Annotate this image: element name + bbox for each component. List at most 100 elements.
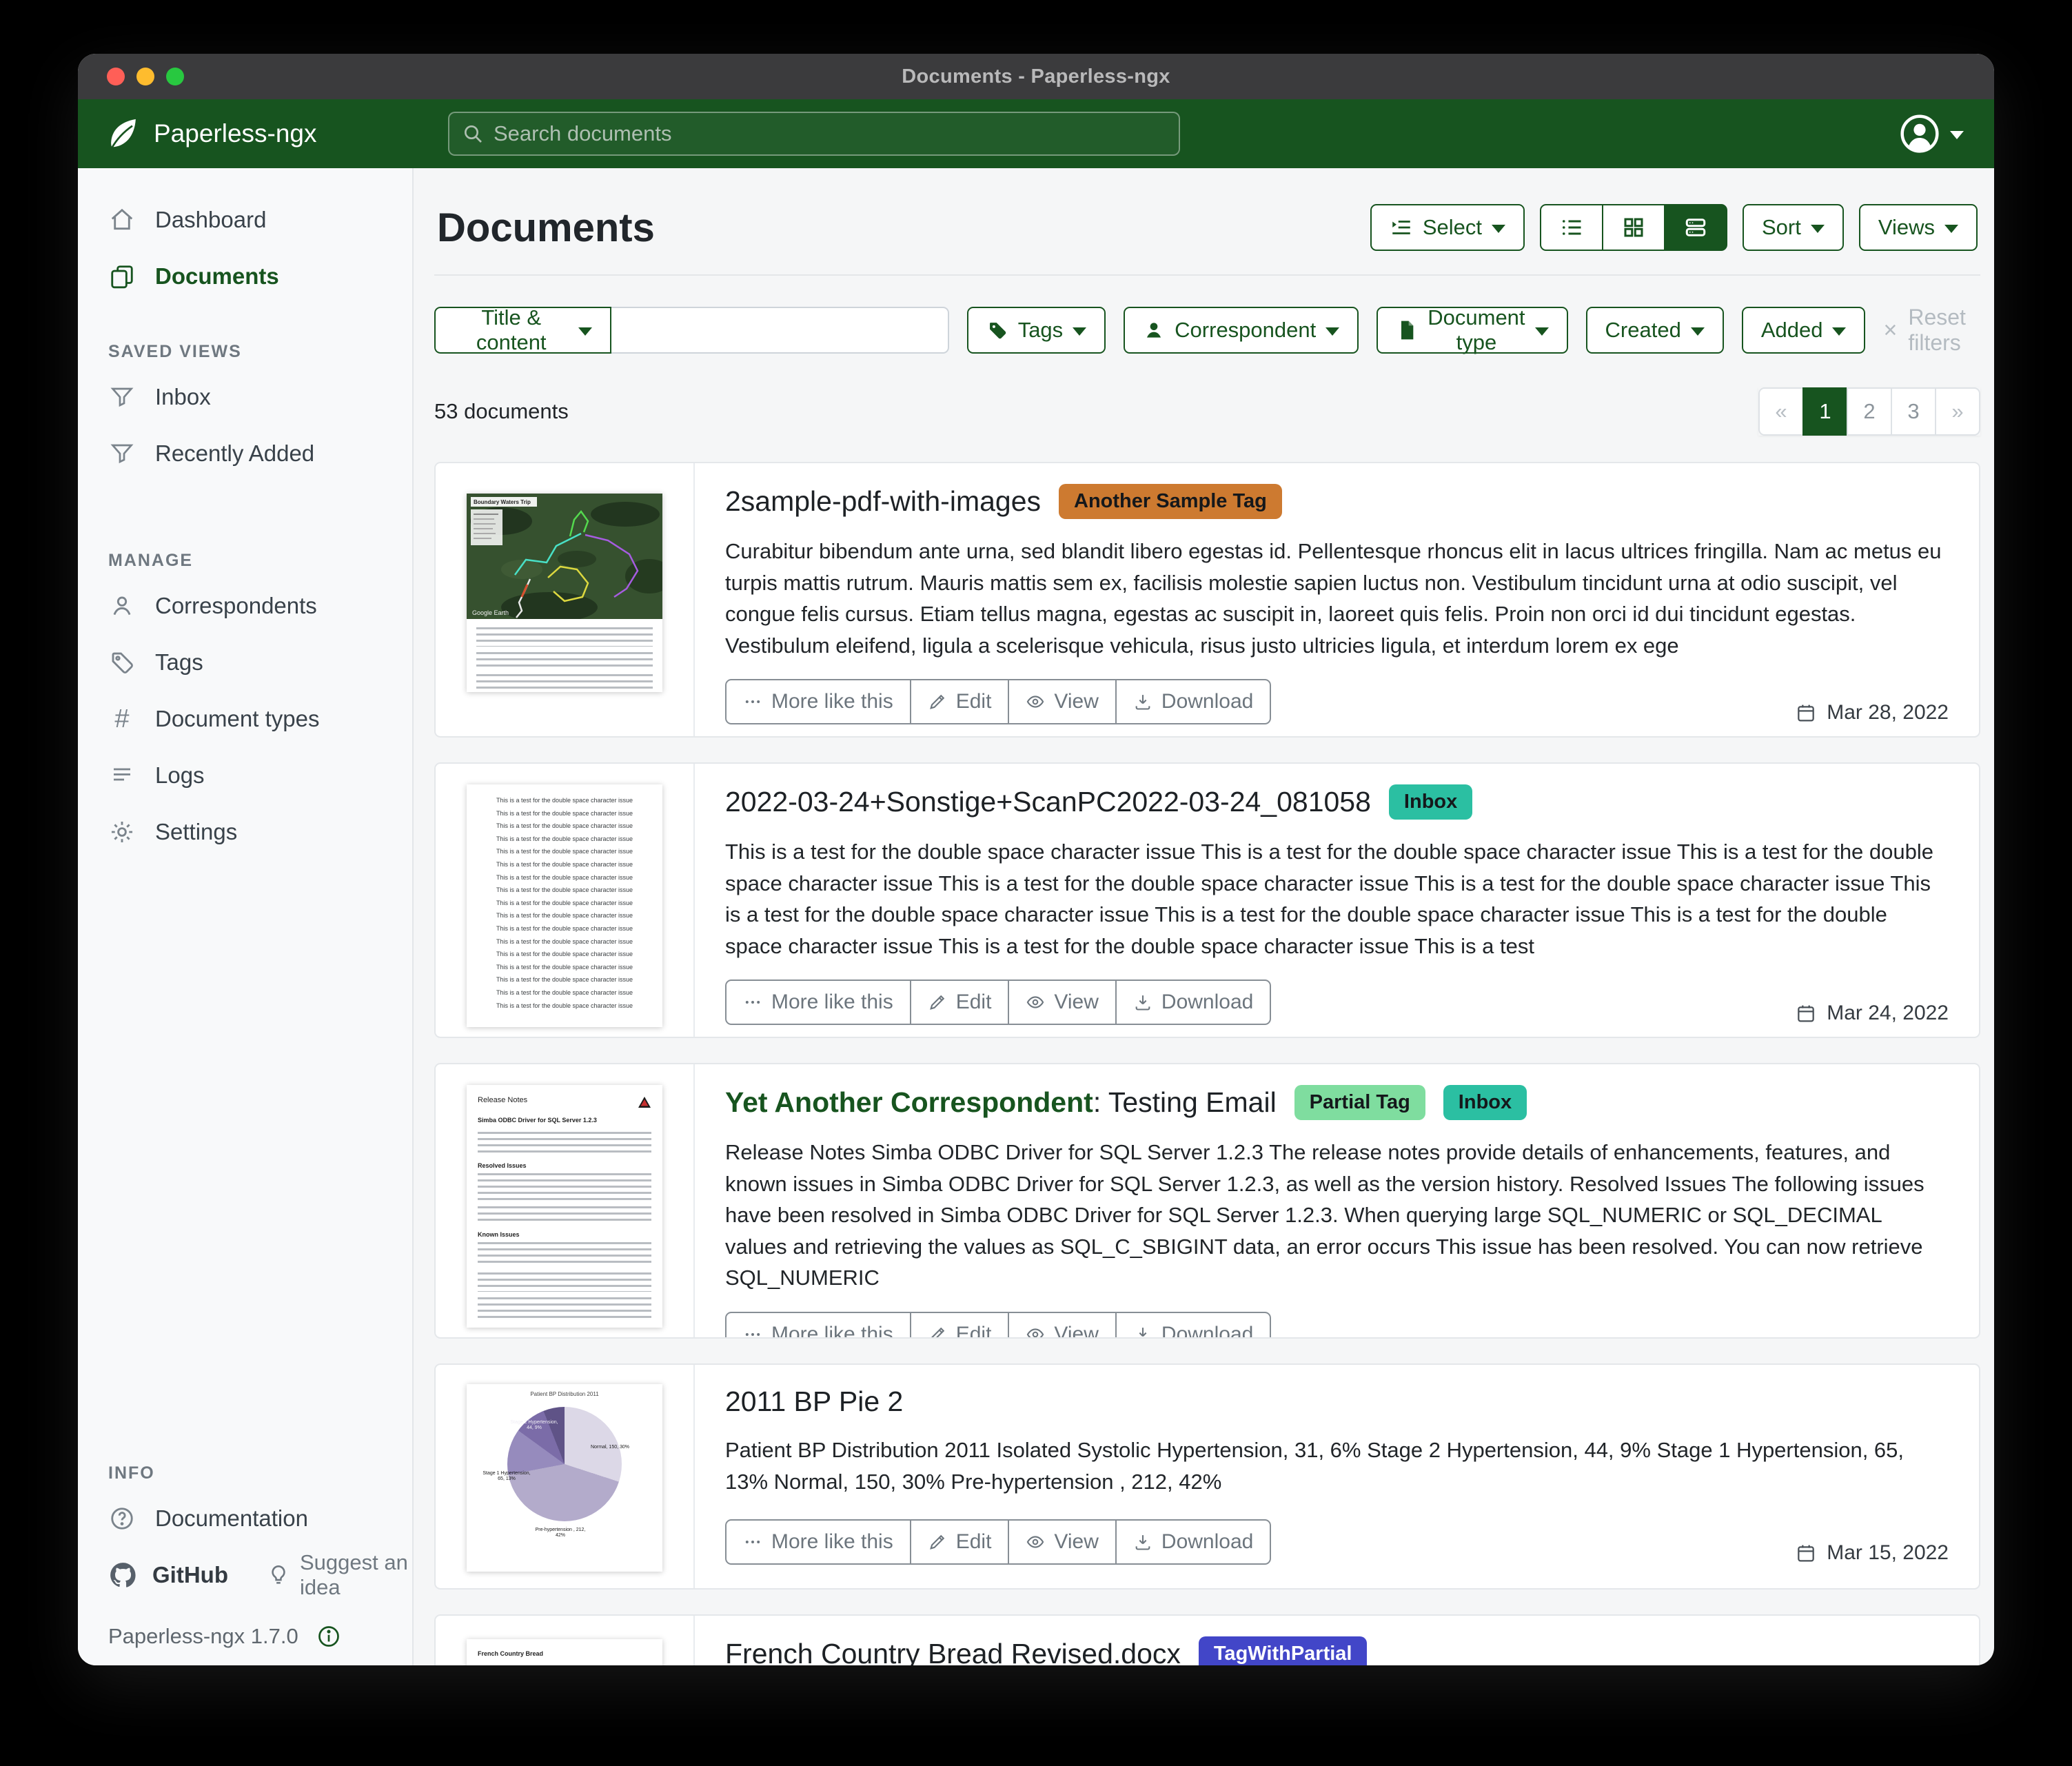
app-body: Dashboard Documents SAVED VIEWS Inbox Re xyxy=(78,168,1994,1665)
sidebar-item-label: Correspondents xyxy=(155,593,317,619)
sidebar-item-correspondents[interactable]: Correspondents xyxy=(78,578,412,634)
sidebar-item-dashboard[interactable]: Dashboard xyxy=(78,192,412,248)
document-excerpt: Release Notes Simba ODBC Driver for SQL … xyxy=(725,1137,1949,1294)
document-content: 2022-03-24+Sonstige+ScanPC2022-03-24_081… xyxy=(695,764,1979,1037)
sidebar-item-document-types[interactable]: # Document types xyxy=(78,691,412,747)
reset-filters-button[interactable]: × Reset filters xyxy=(1883,305,1980,356)
document-thumbnail[interactable]: Release Notes Simba ODBC Driver for SQL … xyxy=(467,1085,662,1328)
pagination-page-2[interactable]: 2 xyxy=(1847,387,1892,436)
filter-text-input[interactable] xyxy=(611,307,948,354)
info-icon[interactable] xyxy=(316,1624,341,1649)
sidebar-item-recently-added[interactable]: Recently Added xyxy=(78,425,412,482)
download-icon xyxy=(1133,692,1152,711)
created-filter-button[interactable]: Created xyxy=(1586,307,1724,354)
close-window-button[interactable] xyxy=(107,68,125,85)
more-like-this-button[interactable]: More like this xyxy=(725,1519,911,1565)
more-like-this-button[interactable]: More like this xyxy=(725,679,911,724)
document-thumbnail[interactable]: Boundary Waters Trip Google Earth xyxy=(467,494,662,692)
download-label: Download xyxy=(1161,991,1253,1014)
document-thumbnail[interactable]: Patient BP Distribution 2011 Normal, 150… xyxy=(467,1384,662,1572)
version-row: Paperless-ngx 1.7.0 xyxy=(78,1624,412,1649)
edit-button[interactable]: Edit xyxy=(910,679,1010,724)
download-icon xyxy=(1133,993,1152,1012)
document-thumbnail[interactable]: French Country Bread For the Leaven 1 he… xyxy=(467,1639,662,1665)
map-thumbnail-image: Boundary Waters Trip Google Earth xyxy=(467,494,662,619)
tag-pill[interactable]: Inbox xyxy=(1389,784,1472,820)
github-link[interactable]: GitHub xyxy=(108,1561,228,1590)
minimize-window-button[interactable] xyxy=(136,68,154,85)
suggest-idea-link[interactable]: Suggest an idea xyxy=(267,1550,412,1600)
view-button[interactable]: View xyxy=(1008,980,1116,1025)
macos-titlebar: Documents - Paperless-ngx xyxy=(78,54,1994,99)
pagination-next-button[interactable]: » xyxy=(1935,387,1980,436)
document-title-row: 2sample-pdf-with-images Another Sample T… xyxy=(725,484,1949,519)
filter-field-button[interactable]: Title & content xyxy=(434,307,611,354)
dots-icon xyxy=(743,993,762,1012)
user-menu[interactable] xyxy=(1899,113,1964,154)
download-button[interactable]: Download xyxy=(1115,1312,1271,1339)
document-type-filter-button[interactable]: Document type xyxy=(1377,307,1567,354)
detail-view-button[interactable] xyxy=(1664,204,1727,251)
title-content-filter-group: Title & content xyxy=(434,307,949,354)
more-like-this-button[interactable]: More like this xyxy=(725,1312,911,1339)
document-title[interactable]: 2sample-pdf-with-images xyxy=(725,485,1041,518)
view-button[interactable]: View xyxy=(1008,1519,1116,1565)
grid-view-button[interactable] xyxy=(1602,204,1665,251)
sidebar-item-tags[interactable]: Tags xyxy=(78,634,412,691)
tag-pill[interactable]: Inbox xyxy=(1443,1085,1527,1120)
document-title[interactable]: French Country Bread Revised.docx xyxy=(725,1638,1181,1665)
views-button[interactable]: Views xyxy=(1859,204,1978,251)
tag-pill[interactable]: Partial Tag xyxy=(1294,1085,1425,1120)
document-actions: More like this Edit View xyxy=(725,1519,1271,1565)
download-button[interactable]: Download xyxy=(1115,1519,1271,1565)
sidebar-item-documents[interactable]: Documents xyxy=(78,248,412,305)
thumbnail-column: Release Notes Simba ODBC Driver for SQL … xyxy=(436,1064,695,1337)
pagination-page-3[interactable]: 3 xyxy=(1891,387,1936,436)
document-excerpt: Patient BP Distribution 2011 Isolated Sy… xyxy=(725,1434,1949,1497)
edit-button[interactable]: Edit xyxy=(910,1519,1010,1565)
edit-button[interactable]: Edit xyxy=(910,1312,1010,1339)
zoom-window-button[interactable] xyxy=(166,68,184,85)
brand[interactable]: Paperless-ngx xyxy=(78,116,448,152)
document-title[interactable]: 2022-03-24+Sonstige+ScanPC2022-03-24_081… xyxy=(725,786,1371,818)
document-content: French Country Bread Revised.docx TagWit… xyxy=(695,1616,1979,1665)
added-filter-button[interactable]: Added xyxy=(1742,307,1866,354)
sidebar-item-logs[interactable]: Logs xyxy=(78,747,412,804)
calendar-icon xyxy=(1795,1542,1817,1564)
tag-pill[interactable]: TagWithPartial xyxy=(1199,1636,1368,1665)
select-button[interactable]: Select xyxy=(1370,204,1525,251)
edit-button[interactable]: Edit xyxy=(910,980,1010,1025)
pagination-prev-button[interactable]: « xyxy=(1758,387,1804,436)
chevron-down-icon xyxy=(1950,131,1964,139)
search-input[interactable] xyxy=(494,121,1166,146)
document-date: Mar 15, 2022 xyxy=(1795,1334,1949,1339)
more-like-this-button[interactable]: More like this xyxy=(725,980,911,1025)
download-button[interactable]: Download xyxy=(1115,679,1271,724)
sidebar-item-documentation[interactable]: Documentation xyxy=(78,1490,412,1547)
list-view-button[interactable] xyxy=(1540,204,1603,251)
pagination-page-1[interactable]: 1 xyxy=(1802,387,1848,436)
sidebar-info-section: INFO Documentation GitHub xyxy=(78,1463,412,1649)
toolbar: Select S xyxy=(1370,204,1978,251)
global-search[interactable] xyxy=(448,112,1180,156)
card-footer: More like this Edit View xyxy=(725,962,1949,1025)
filter-field-label: Title & content xyxy=(454,305,569,355)
documents-icon xyxy=(108,263,136,290)
document-thumbnail[interactable]: This is a test for the double space char… xyxy=(467,784,662,1027)
saved-views-heading: SAVED VIEWS xyxy=(108,342,412,362)
document-correspondent-link[interactable]: Yet Another Correspondent xyxy=(725,1086,1093,1119)
thumbnail-section: Known Issues xyxy=(478,1231,651,1238)
download-button[interactable]: Download xyxy=(1115,980,1271,1025)
document-title[interactable]: : Testing Email xyxy=(1093,1086,1277,1119)
sort-button[interactable]: Sort xyxy=(1743,204,1844,251)
sidebar-item-label: Dashboard xyxy=(155,207,266,233)
document-title[interactable]: 2011 BP Pie 2 xyxy=(725,1386,903,1418)
sidebar-item-inbox[interactable]: Inbox xyxy=(78,369,412,425)
view-button[interactable]: View xyxy=(1008,1312,1116,1339)
tag-pill[interactable]: Another Sample Tag xyxy=(1059,484,1282,519)
correspondent-filter-button[interactable]: Correspondent xyxy=(1124,307,1359,354)
tags-filter-button[interactable]: Tags xyxy=(967,307,1106,354)
sidebar: Dashboard Documents SAVED VIEWS Inbox Re xyxy=(78,168,414,1665)
sidebar-item-settings[interactable]: Settings xyxy=(78,804,412,860)
view-button[interactable]: View xyxy=(1008,679,1116,724)
